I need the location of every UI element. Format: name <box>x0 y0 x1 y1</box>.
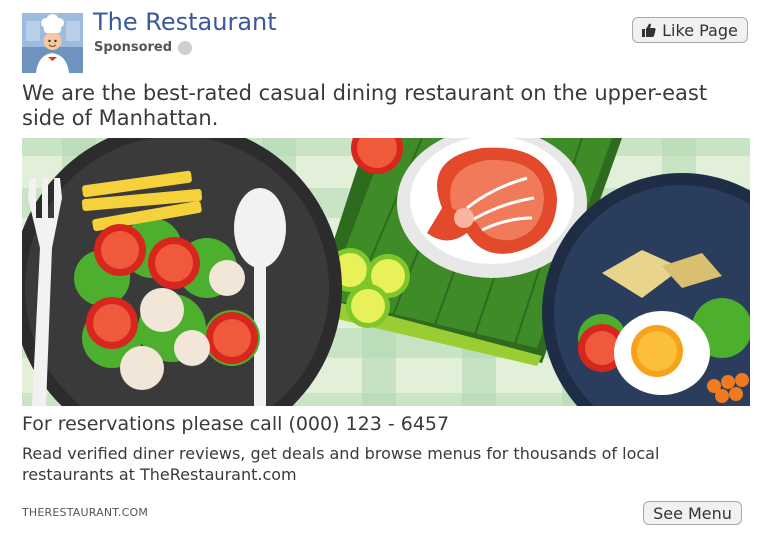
globe-icon <box>178 40 193 55</box>
sponsored-row: Sponsored <box>94 40 193 55</box>
display-url[interactable]: THERESTAURANT.COM <box>22 506 148 519</box>
page-name-link[interactable]: The Restaurant <box>93 8 277 36</box>
thumbs-up-icon <box>642 23 656 37</box>
like-page-label: Like Page <box>662 20 738 40</box>
ad-description: We are the best-rated casual dining rest… <box>22 81 708 130</box>
ad-image[interactable] <box>22 138 750 406</box>
chef-avatar-illustration <box>22 13 83 73</box>
ad-headline[interactable]: For reservations please call (000) 123 -… <box>22 413 449 435</box>
like-page-button[interactable]: Like Page <box>632 17 748 43</box>
see-menu-button[interactable]: See Menu <box>643 501 742 525</box>
page-avatar[interactable] <box>22 13 83 73</box>
food-illustration <box>22 138 750 406</box>
link-description: Read verified diner reviews, get deals a… <box>22 444 660 484</box>
sponsored-label: Sponsored <box>94 40 173 55</box>
